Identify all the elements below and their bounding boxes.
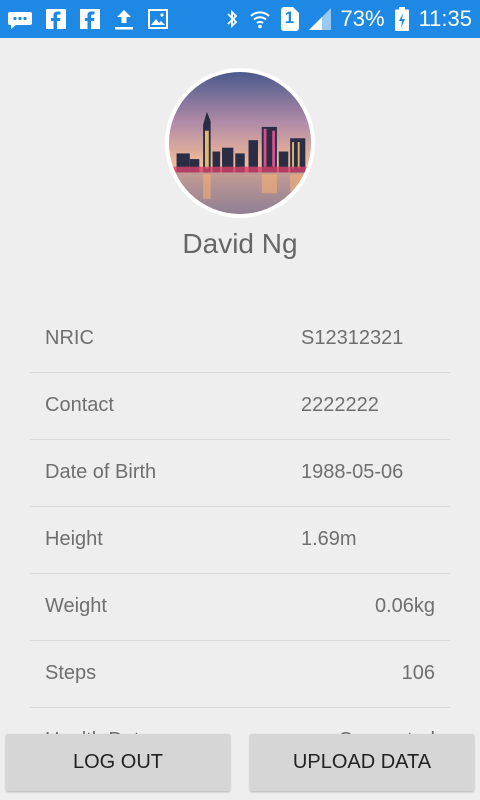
detail-row-weight: Weight 0.06kg <box>30 574 450 641</box>
profile-details-list: NRIC S12312321 Contact 2222222 Date of B… <box>30 306 450 788</box>
detail-label: Contact <box>45 394 114 416</box>
detail-label: Weight <box>45 595 107 617</box>
system-icons: 1 73% 11:35 <box>225 6 472 32</box>
upload-data-button[interactable]: UPLOAD DATA <box>250 734 474 791</box>
detail-value: 0.06kg <box>374 595 435 617</box>
wifi-icon <box>249 9 271 29</box>
detail-row-steps: Steps 106 <box>30 641 450 708</box>
sim-slot-number: 1 <box>284 8 295 27</box>
detail-value: 1988-05-06 <box>301 461 404 483</box>
upload-icon <box>114 8 134 30</box>
facebook-icon <box>80 9 100 29</box>
detail-row-nric: NRIC S12312321 <box>30 306 450 373</box>
detail-label: Date of Birth <box>45 461 157 483</box>
detail-row-contact: Contact 2222222 <box>30 373 450 440</box>
battery-percent: 73% <box>340 6 385 31</box>
image-icon <box>148 9 168 29</box>
signal-icon <box>308 8 331 30</box>
detail-value: 106 <box>401 662 435 684</box>
detail-value: 2222222 <box>301 394 379 416</box>
detail-label: NRIC <box>45 327 94 349</box>
detail-label: Height <box>45 528 103 550</box>
city-skyline-photo <box>169 72 311 214</box>
bluetooth-icon <box>225 8 239 30</box>
status-bar: 1 73% 11:35 <box>0 0 480 38</box>
chat-icon <box>8 9 32 29</box>
detail-value: S12312321 <box>301 327 404 349</box>
notification-icons <box>8 8 168 30</box>
detail-row-date-of-birth: Date of Birth 1988-05-06 <box>30 440 450 507</box>
detail-value: 1.69m <box>301 528 357 550</box>
clock: 11:35 <box>418 6 472 31</box>
detail-label: Steps <box>45 662 97 684</box>
logout-button[interactable]: LOG OUT <box>6 734 230 791</box>
bottom-action-bar: LOG OUT UPLOAD DATA <box>0 730 480 800</box>
battery-charging-icon <box>394 7 409 31</box>
profile-name: David Ng <box>182 228 298 259</box>
sim-icon: 1 <box>280 7 299 31</box>
detail-row-height: Height 1.69m <box>30 507 450 574</box>
facebook-icon <box>46 9 66 29</box>
avatar[interactable] <box>165 68 315 218</box>
